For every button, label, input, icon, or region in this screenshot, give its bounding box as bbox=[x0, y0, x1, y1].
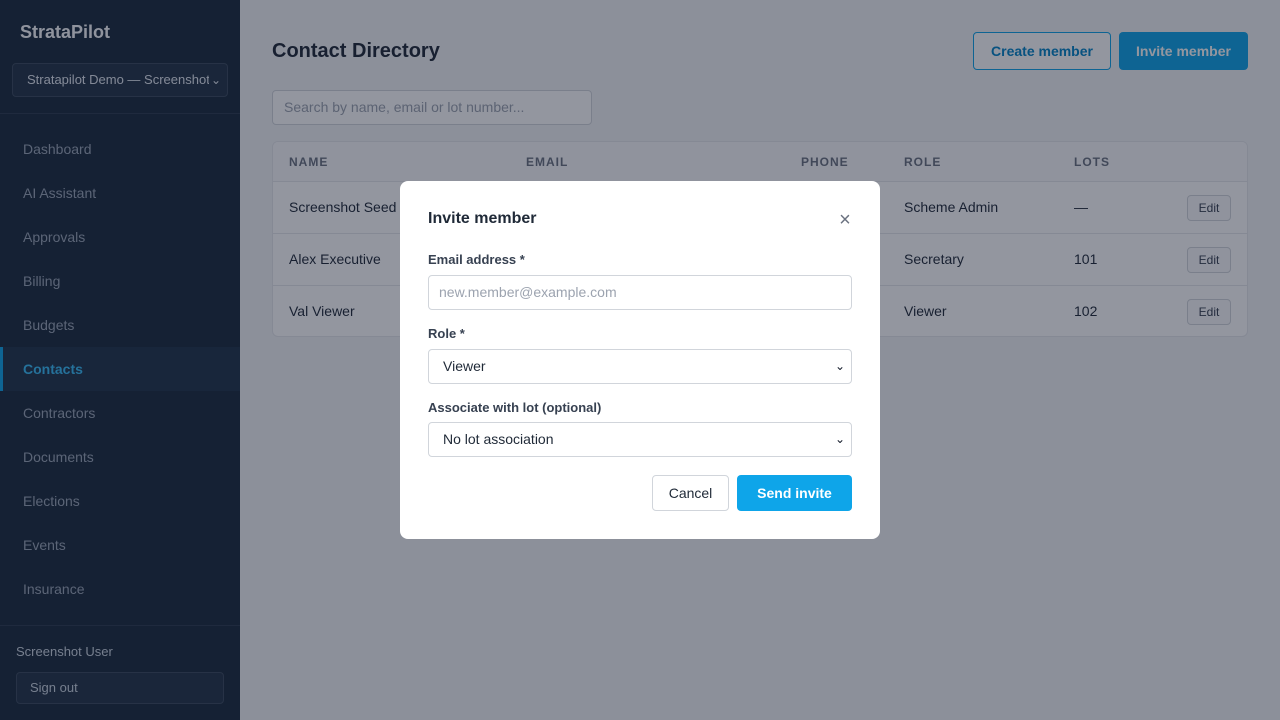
cancel-button[interactable]: Cancel bbox=[652, 475, 729, 511]
invite-member-dialog: Invite member × Email address * new.memb… bbox=[400, 181, 880, 539]
lot-select[interactable]: No lot association ⌄ bbox=[428, 422, 852, 457]
role-select-value: Viewer bbox=[443, 358, 486, 374]
role-select[interactable]: Viewer ⌄ bbox=[428, 349, 852, 384]
dialog-title: Invite member bbox=[428, 210, 537, 227]
lot-label: Associate with lot (optional) bbox=[428, 400, 602, 415]
role-label: Role * bbox=[428, 326, 465, 341]
email-field[interactable]: new.member@example.com bbox=[428, 275, 852, 310]
chevron-down-icon: ⌄ bbox=[834, 359, 845, 373]
email-label: Email address * bbox=[428, 252, 525, 267]
chevron-down-icon: ⌄ bbox=[834, 432, 845, 446]
lot-select-value: No lot association bbox=[443, 431, 554, 447]
close-icon[interactable]: × bbox=[837, 210, 853, 230]
send-invite-button[interactable]: Send invite bbox=[737, 475, 852, 511]
